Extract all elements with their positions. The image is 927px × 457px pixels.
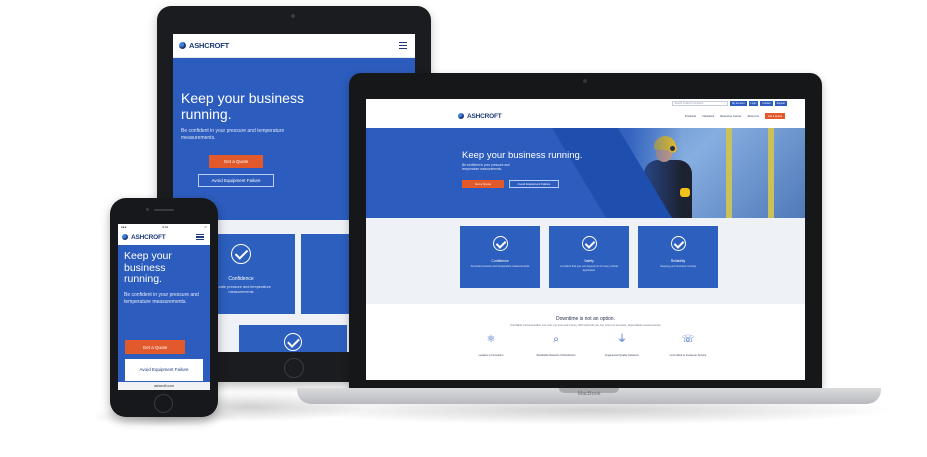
phone-camera bbox=[146, 208, 149, 211]
check-circle-icon bbox=[231, 244, 251, 264]
tablet-logo[interactable]: ASHCROFT bbox=[179, 41, 229, 50]
phone-header: ASHCROFT bbox=[118, 229, 210, 245]
card-title: Reliability bbox=[670, 259, 686, 263]
hero-headline: Keep your business running. bbox=[462, 150, 583, 161]
tablet-camera bbox=[291, 14, 295, 18]
tablet-home-button[interactable] bbox=[284, 358, 304, 378]
phone-url-bar[interactable]: ashcroft.com bbox=[118, 382, 210, 390]
logo-text: ASHCROFT bbox=[189, 41, 230, 50]
feature-service[interactable]: ☏ Committed to Customer Service bbox=[658, 334, 718, 357]
menu-item-industries[interactable]: Industries bbox=[702, 114, 714, 118]
hero-headline: Keep your business running. bbox=[124, 250, 172, 285]
laptop-screen: Search product or keyword ⌕ My Account L… bbox=[366, 99, 805, 380]
status-time: 9:41 bbox=[162, 224, 169, 229]
check-circle-icon bbox=[581, 236, 597, 251]
menu-quote-button[interactable]: Get a Quote bbox=[764, 113, 785, 119]
signal-icon: ●●● bbox=[121, 224, 127, 229]
top-button-support[interactable]: Support bbox=[774, 101, 787, 106]
card-confidence[interactable]: Confidence Accurate pressure and tempera… bbox=[460, 226, 540, 288]
card-reliability[interactable] bbox=[239, 325, 347, 352]
search-input[interactable]: Search product or keyword ⌕ bbox=[672, 101, 729, 106]
search-placeholder: Search product or keyword bbox=[674, 102, 704, 105]
card-desc: Accurate pressure and temperature measur… bbox=[470, 265, 530, 268]
card-desc: Keeping your business running bbox=[660, 265, 696, 268]
device-mockup-stage: ASHCROFT Keep your business running. Be … bbox=[0, 0, 927, 457]
hamburger-menu-icon[interactable] bbox=[399, 42, 407, 49]
logo-text: ASHCROFT bbox=[131, 233, 166, 241]
search-icon: ⌕ bbox=[724, 102, 726, 105]
feature-innovation[interactable]: ⚛ Leaders in Innovation bbox=[461, 334, 521, 357]
card-desc: A product that you can depend on for eve… bbox=[560, 265, 618, 272]
hero-headline: Keep your business running. bbox=[181, 90, 304, 122]
menu-item-resources[interactable]: Resource Center bbox=[720, 114, 741, 118]
phone-hero: Keep your business running. Be confident… bbox=[118, 245, 210, 390]
gauge-icon: ⏚ bbox=[617, 334, 627, 345]
main-menu: Products Industries Resource Center Abou… bbox=[685, 113, 785, 119]
laptop-brand-label: MacBook bbox=[577, 391, 601, 397]
top-button-login[interactable]: Login bbox=[748, 101, 759, 106]
hamburger-menu-icon[interactable] bbox=[196, 233, 204, 241]
battery-icon: ▭ bbox=[204, 224, 207, 229]
menu-item-about[interactable]: About Us bbox=[747, 114, 759, 118]
card-title: Confidence bbox=[491, 259, 509, 263]
phone-speaker bbox=[154, 209, 174, 211]
downtime-heading: Downtime is not an option. bbox=[556, 316, 615, 322]
ashcroft-logo-icon bbox=[122, 234, 128, 240]
get-quote-button[interactable]: Get a Quote bbox=[462, 180, 504, 188]
feature-label: Committed to Customer Service bbox=[669, 354, 707, 357]
downtime-section: Downtime is not an option. Unreliable in… bbox=[366, 304, 805, 380]
card-safety[interactable]: Safety A product that you can depend on … bbox=[549, 226, 629, 288]
check-circle-icon bbox=[492, 236, 508, 251]
top-button-contact[interactable]: Contact bbox=[760, 101, 773, 106]
laptop-logo[interactable]: ASHCROFT bbox=[458, 113, 502, 120]
phone-home-button[interactable] bbox=[154, 394, 173, 413]
downtime-subheading: Unreliable instrumentation can cost you … bbox=[509, 324, 662, 327]
laptop-hero: Keep your business running. Be confident… bbox=[366, 128, 805, 218]
feature-distributors[interactable]: ⌕ Worldwide Network of Distributors bbox=[526, 334, 586, 357]
tablet-header: ASHCROFT bbox=[173, 34, 415, 58]
card-title: Confidence bbox=[228, 276, 254, 282]
avoid-failure-button[interactable]: Avoid Equipment Failure bbox=[198, 174, 274, 187]
menu-item-products[interactable]: Products bbox=[685, 114, 696, 118]
top-button-account[interactable]: My Account bbox=[730, 101, 747, 106]
ashcroft-logo-icon bbox=[179, 42, 186, 49]
network-icon: ⚛ bbox=[486, 334, 496, 345]
feature-label: Leaders in Innovation bbox=[478, 354, 504, 357]
laptop-base: MacBook bbox=[297, 388, 881, 404]
phone-device: ●●● 9:41 ▭ ASHCROFT Keep your business r… bbox=[110, 198, 218, 417]
feature-quality[interactable]: ⏚ Engineered Quality Solutions bbox=[592, 334, 652, 357]
laptop-utility-bar: Search product or keyword ⌕ My Account L… bbox=[366, 99, 805, 106]
get-quote-button[interactable]: Get a Quote bbox=[125, 340, 185, 354]
card-title: Safety bbox=[584, 259, 594, 263]
logo-text: ASHCROFT bbox=[467, 112, 502, 120]
laptop-camera bbox=[583, 79, 587, 83]
avoid-failure-button[interactable]: Avoid Equipment Failure bbox=[509, 180, 559, 188]
phone-screen: ●●● 9:41 ▭ ASHCROFT Keep your business r… bbox=[118, 224, 210, 390]
card-reliability[interactable]: Reliability Keeping your business runnin… bbox=[638, 226, 718, 288]
laptop-card-section: Confidence Accurate pressure and tempera… bbox=[366, 218, 805, 304]
check-circle-icon bbox=[670, 236, 686, 251]
hero-subtext: Be confident in your pressure and temper… bbox=[462, 163, 510, 172]
laptop-nav: ASHCROFT Products Industries Resource Ce… bbox=[366, 106, 805, 126]
avoid-failure-button[interactable]: Avoid Equipment Failure bbox=[125, 359, 203, 381]
hero-subtext: Be confident in your pressure and temper… bbox=[181, 128, 285, 141]
feature-label: Engineered Quality Solutions bbox=[605, 354, 639, 357]
globe-icon: ⌕ bbox=[553, 334, 559, 345]
laptop-device: Search product or keyword ⌕ My Account L… bbox=[349, 73, 822, 388]
check-circle-icon bbox=[284, 333, 302, 351]
ashcroft-logo-icon bbox=[458, 113, 464, 119]
hero-subtext: Be confident in your pressure and temper… bbox=[124, 292, 199, 305]
feature-label: Worldwide Network of Distributors bbox=[536, 354, 576, 357]
phone-logo[interactable]: ASHCROFT bbox=[122, 234, 166, 241]
phone-icon: ☏ bbox=[681, 334, 695, 345]
get-quote-button[interactable]: Get a Quote bbox=[209, 155, 263, 168]
